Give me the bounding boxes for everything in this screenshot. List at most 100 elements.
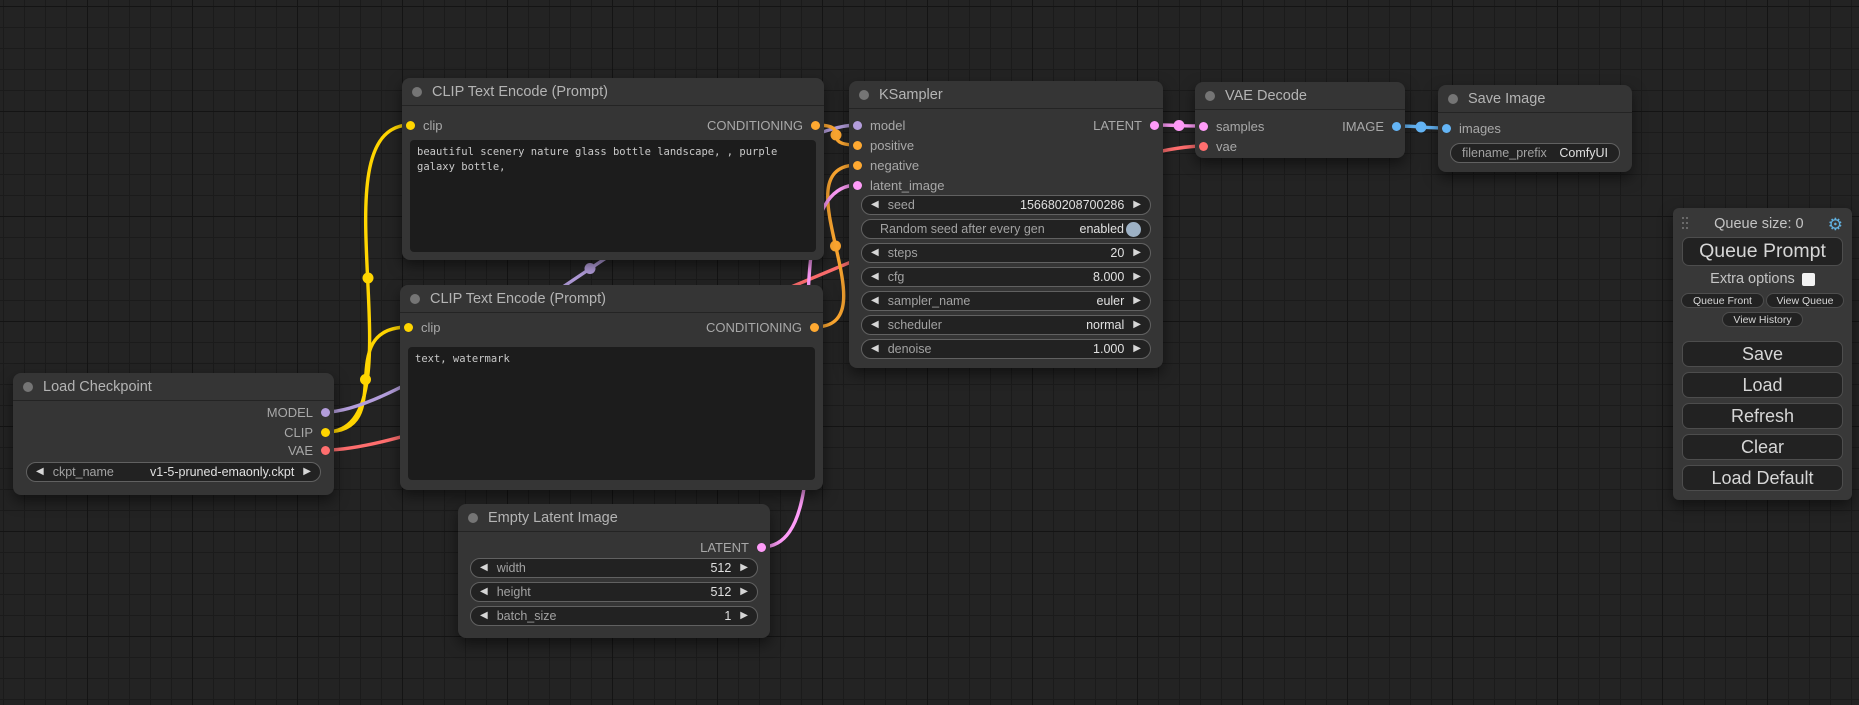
increment-arrow-icon[interactable]: ▶ bbox=[740, 563, 748, 573]
filename-prefix-text-widget[interactable]: filename_prefix ComfyUI bbox=[1450, 143, 1620, 163]
gear-icon[interactable]: ⚙ bbox=[1828, 216, 1843, 233]
conditioning-port[interactable] bbox=[853, 141, 862, 150]
output-slot-latent: LATENT bbox=[1093, 116, 1159, 134]
conditioning-port[interactable] bbox=[811, 121, 820, 130]
collapse-dot-icon[interactable] bbox=[1448, 94, 1458, 104]
view-queue-button[interactable]: View Queue bbox=[1766, 293, 1844, 308]
decrement-arrow-icon[interactable]: ◀ bbox=[871, 344, 879, 354]
latent-port[interactable] bbox=[853, 181, 862, 190]
load-default-button[interactable]: Load Default bbox=[1682, 465, 1843, 491]
node-graph-canvas[interactable]: Load Checkpoint MODEL CLIP VAE ◀ ckpt_na… bbox=[0, 0, 1859, 705]
drag-handle-icon[interactable] bbox=[1682, 217, 1690, 232]
node-clip-text-encode-positive: CLIP Text Encode (Prompt) clip CONDITION… bbox=[402, 78, 824, 260]
decrement-arrow-icon[interactable]: ◀ bbox=[480, 611, 488, 621]
link-dot bbox=[363, 273, 374, 284]
decrement-arrow-icon[interactable]: ◀ bbox=[480, 587, 488, 597]
input-slot-model: model bbox=[853, 116, 905, 134]
collapse-dot-icon[interactable] bbox=[859, 90, 869, 100]
increment-arrow-icon[interactable]: ▶ bbox=[303, 467, 311, 477]
collapse-dot-icon[interactable] bbox=[412, 87, 422, 97]
decrement-arrow-icon[interactable]: ◀ bbox=[871, 248, 879, 258]
increment-arrow-icon[interactable]: ▶ bbox=[1133, 200, 1141, 210]
refresh-button[interactable]: Refresh bbox=[1682, 403, 1843, 429]
increment-arrow-icon[interactable]: ▶ bbox=[1133, 320, 1141, 330]
cfg-number-widget[interactable]: ◀ cfg 8.000 ▶ bbox=[861, 267, 1151, 287]
decrement-arrow-icon[interactable]: ◀ bbox=[871, 320, 879, 330]
collapse-dot-icon[interactable] bbox=[410, 294, 420, 304]
node-title: KSampler bbox=[879, 87, 943, 103]
positive-prompt-textarea[interactable]: beautiful scenery nature glass bottle la… bbox=[410, 140, 816, 252]
increment-arrow-icon[interactable]: ▶ bbox=[740, 587, 748, 597]
output-slot-clip: CLIP bbox=[284, 423, 330, 441]
extra-options-row: Extra options bbox=[1673, 271, 1852, 287]
node-header[interactable]: KSampler bbox=[849, 81, 1163, 109]
queue-front-button[interactable]: Queue Front bbox=[1681, 293, 1764, 308]
model-port[interactable] bbox=[321, 408, 330, 417]
increment-arrow-icon[interactable]: ▶ bbox=[1133, 272, 1141, 282]
latent-port[interactable] bbox=[1199, 122, 1208, 131]
view-history-button[interactable]: View History bbox=[1722, 312, 1803, 327]
decrement-arrow-icon[interactable]: ◀ bbox=[871, 296, 879, 306]
output-slot-image: IMAGE bbox=[1342, 117, 1401, 135]
output-slot-latent: LATENT bbox=[700, 538, 766, 556]
decrement-arrow-icon[interactable]: ◀ bbox=[871, 272, 879, 282]
save-button[interactable]: Save bbox=[1682, 341, 1843, 367]
conditioning-port[interactable] bbox=[853, 161, 862, 170]
width-number-widget[interactable]: ◀ width 512 ▶ bbox=[470, 558, 758, 578]
sampler-name-combo[interactable]: ◀ sampler_name euler ▶ bbox=[861, 291, 1151, 311]
node-title: CLIP Text Encode (Prompt) bbox=[430, 291, 606, 307]
node-header[interactable]: Load Checkpoint bbox=[13, 373, 334, 401]
image-port[interactable] bbox=[1442, 124, 1451, 133]
decrement-arrow-icon[interactable]: ◀ bbox=[480, 563, 488, 573]
negative-prompt-textarea[interactable]: text, watermark bbox=[408, 347, 815, 480]
collapse-dot-icon[interactable] bbox=[468, 513, 478, 523]
node-header[interactable]: CLIP Text Encode (Prompt) bbox=[400, 285, 823, 313]
node-vae-decode: VAE Decode samples vae IMAGE bbox=[1195, 82, 1405, 158]
link-dot bbox=[830, 241, 841, 252]
increment-arrow-icon[interactable]: ▶ bbox=[1133, 248, 1141, 258]
ckpt-name-combo[interactable]: ◀ ckpt_name v1-5-pruned-emaonly.ckpt ▶ bbox=[26, 462, 321, 482]
conditioning-port[interactable] bbox=[810, 323, 819, 332]
latent-port[interactable] bbox=[1150, 121, 1159, 130]
collapse-dot-icon[interactable] bbox=[23, 382, 33, 392]
vae-port[interactable] bbox=[321, 446, 330, 455]
increment-arrow-icon[interactable]: ▶ bbox=[1133, 344, 1141, 354]
input-slot-latent-image: latent_image bbox=[853, 176, 944, 194]
image-port[interactable] bbox=[1392, 122, 1401, 131]
node-title: VAE Decode bbox=[1225, 88, 1307, 104]
clip-port[interactable] bbox=[404, 323, 413, 332]
node-title: Load Checkpoint bbox=[43, 379, 152, 395]
link-dot bbox=[585, 263, 596, 274]
input-slot-negative: negative bbox=[853, 156, 919, 174]
decrement-arrow-icon[interactable]: ◀ bbox=[36, 467, 44, 477]
increment-arrow-icon[interactable]: ▶ bbox=[1133, 296, 1141, 306]
node-empty-latent-image: Empty Latent Image LATENT ◀ width 512 ▶ … bbox=[458, 504, 770, 638]
random-seed-toggle-widget[interactable]: Random seed after every gen enabled bbox=[861, 219, 1151, 239]
decrement-arrow-icon[interactable]: ◀ bbox=[871, 200, 879, 210]
increment-arrow-icon[interactable]: ▶ bbox=[740, 611, 748, 621]
input-slot-clip: clip bbox=[404, 318, 441, 336]
node-header[interactable]: Save Image bbox=[1438, 85, 1632, 113]
node-header[interactable]: Empty Latent Image bbox=[458, 504, 770, 532]
load-button[interactable]: Load bbox=[1682, 372, 1843, 398]
node-title: CLIP Text Encode (Prompt) bbox=[432, 84, 608, 100]
node-header[interactable]: CLIP Text Encode (Prompt) bbox=[402, 78, 824, 106]
clip-port[interactable] bbox=[406, 121, 415, 130]
seed-number-widget[interactable]: ◀ seed 156680208700286 ▶ bbox=[861, 195, 1151, 215]
node-ksampler: KSampler model positive negative latent_… bbox=[849, 81, 1163, 368]
extra-options-checkbox[interactable] bbox=[1802, 273, 1815, 286]
batch-size-number-widget[interactable]: ◀ batch_size 1 ▶ bbox=[470, 606, 758, 626]
vae-port[interactable] bbox=[1199, 142, 1208, 151]
collapse-dot-icon[interactable] bbox=[1205, 91, 1215, 101]
toggle-dot-icon[interactable] bbox=[1126, 222, 1141, 237]
height-number-widget[interactable]: ◀ height 512 ▶ bbox=[470, 582, 758, 602]
clip-port[interactable] bbox=[321, 428, 330, 437]
node-header[interactable]: VAE Decode bbox=[1195, 82, 1405, 110]
model-port[interactable] bbox=[853, 121, 862, 130]
clear-button[interactable]: Clear bbox=[1682, 434, 1843, 460]
scheduler-combo[interactable]: ◀ scheduler normal ▶ bbox=[861, 315, 1151, 335]
queue-prompt-button[interactable]: Queue Prompt bbox=[1682, 237, 1843, 266]
latent-port[interactable] bbox=[757, 543, 766, 552]
steps-number-widget[interactable]: ◀ steps 20 ▶ bbox=[861, 243, 1151, 263]
denoise-number-widget[interactable]: ◀ denoise 1.000 ▶ bbox=[861, 339, 1151, 359]
